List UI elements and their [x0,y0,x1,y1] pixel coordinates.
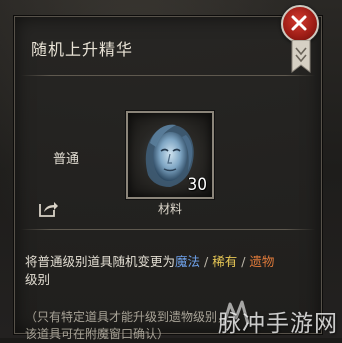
grade-magic: 魔法 [175,254,201,269]
note-line-1: （只有特定道具才能升级到遗物级别， [25,310,230,324]
item-title: 随机上升精华 [31,40,134,59]
share-icon[interactable] [37,198,59,218]
item-slot[interactable]: 30 [126,111,214,199]
item-type-label: 材料 [157,202,182,216]
description-suffix: 级别 [25,272,51,287]
grade-relic: 遗物 [249,254,275,269]
item-stack-count: 30 [187,175,207,195]
content-divider [21,229,315,230]
title-divider [21,75,315,76]
grade-rare: 稀有 [212,254,238,269]
close-icon [291,15,307,31]
separator-2: / [237,254,250,269]
note-line-2: 该道具可在附魔窗口确认） [25,327,170,341]
description-prefix: 将普通级别道具随机变更为 [25,254,176,269]
watermark-text: 脉冲手游网 [218,311,338,337]
separator-1: / [200,254,213,269]
item-tooltip-panel: 随机上升精华 普通 30 材料 将普通级别道具随机变更为魔法 / 稀有 / 遗物… [14,16,322,341]
close-button[interactable] [281,5,319,43]
item-grade-label: 普通 [53,152,80,167]
bookmark-icon[interactable] [290,39,312,74]
item-description: 将普通级别道具随机变更为魔法 / 稀有 / 遗物级别 [25,253,315,289]
